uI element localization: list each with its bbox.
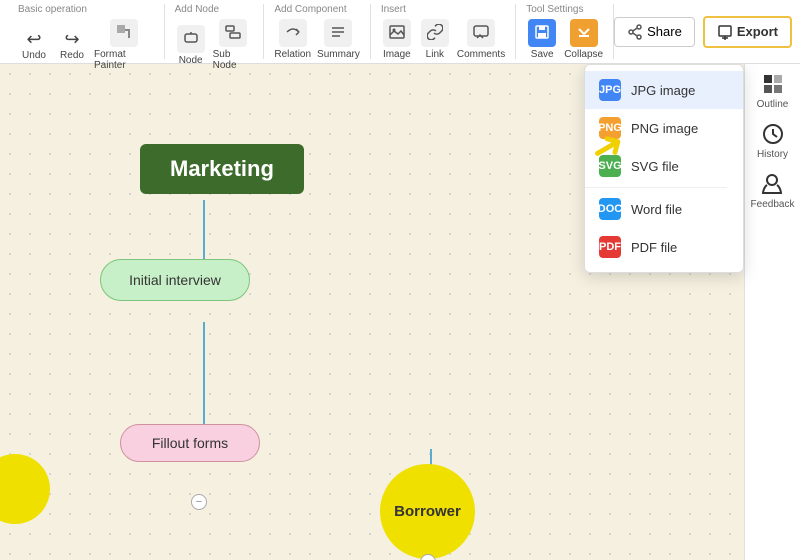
sidebar-item-outline[interactable]: Outline [757, 72, 789, 110]
image-icon [383, 19, 411, 47]
link-icon [421, 19, 449, 47]
node-marketing[interactable]: Marketing [140, 144, 304, 194]
connector-initial-to-fillout [203, 322, 205, 427]
sub-node-icon [219, 19, 247, 47]
sidebar-item-history[interactable]: History [757, 122, 788, 160]
node-fillout-forms[interactable]: Fillout forms [120, 424, 260, 462]
redo-label: Redo [60, 50, 84, 61]
format-painter-button[interactable]: Format Painter [94, 19, 154, 71]
group-label-add-component: Add Component [274, 4, 346, 15]
outline-label: Outline [757, 99, 789, 110]
sub-node-button[interactable]: Sub Node [213, 19, 254, 71]
toolbar-right: Share Export [614, 16, 792, 48]
toolbar-group-add-component: Add Component Relation Summary [264, 4, 371, 59]
export-label: Export [737, 24, 778, 39]
export-dropdown: JPG JPG image PNG PNG image SVG SVG file… [584, 64, 744, 273]
node-label: Node [179, 55, 203, 66]
image-button[interactable]: Image [381, 19, 413, 60]
collapse-dot-fillout[interactable]: − [191, 494, 207, 510]
tool-settings-icons: Save Collapse [526, 19, 603, 60]
word-icon: DOC [599, 198, 621, 220]
relation-label: Relation [274, 49, 311, 60]
link-button[interactable]: Link [419, 19, 451, 60]
group-label-tool-settings: Tool Settings [526, 4, 583, 15]
toolbar: Basic operation ↩ Undo ↪ Redo Format Pai… [0, 0, 800, 64]
group-label-add-node: Add Node [175, 4, 219, 15]
jpg-label: JPG image [631, 83, 695, 98]
node-yellow-left[interactable] [0, 454, 50, 524]
png-icon: PNG [599, 117, 621, 139]
right-sidebar: Outline History Feedback [744, 64, 800, 560]
dropdown-separator [585, 187, 727, 188]
collapse-icon [570, 19, 598, 47]
redo-icon: ↪ [64, 29, 79, 50]
link-label: Link [426, 49, 444, 60]
history-label: History [757, 149, 788, 160]
initial-interview-label: Initial interview [129, 272, 221, 288]
history-icon [761, 122, 785, 146]
insert-icons: Image Link Comments [381, 19, 505, 60]
undo-icon: ↩ [26, 29, 41, 50]
collapse-label: Collapse [564, 49, 603, 60]
toolbar-group-insert: Insert Image Link Comments [371, 4, 516, 59]
fillout-forms-label: Fillout forms [152, 435, 228, 451]
redo-button[interactable]: ↪ Redo [56, 29, 88, 61]
summary-icon [324, 19, 352, 47]
node-button[interactable]: Node [175, 25, 207, 66]
share-label: Share [647, 24, 682, 39]
undo-label: Undo [22, 50, 46, 61]
pdf-label: PDF file [631, 240, 677, 255]
sidebar-item-feedback[interactable]: Feedback [751, 172, 795, 210]
dropdown-item-pdf[interactable]: PDF PDF file [585, 228, 743, 266]
feedback-label: Feedback [751, 199, 795, 210]
share-button[interactable]: Share [614, 17, 695, 47]
marketing-label: Marketing [170, 156, 274, 181]
node-borrower[interactable]: Borrower [380, 464, 475, 559]
format-painter-icon [110, 19, 138, 47]
undo-button[interactable]: ↩ Undo [18, 29, 50, 61]
export-button[interactable]: Export [703, 16, 792, 48]
collapse-button[interactable]: Collapse [564, 19, 603, 60]
group-label-basic: Basic operation [18, 4, 87, 15]
node-icon [177, 25, 205, 53]
connector-marketing-to-initial [203, 200, 205, 260]
relation-button[interactable]: Relation [274, 19, 311, 60]
canvas: Outline History Feedback JPG JPG image P… [0, 64, 800, 560]
svg-label: SVG file [631, 159, 679, 174]
dropdown-item-word[interactable]: DOC Word file [585, 190, 743, 228]
save-button[interactable]: Save [526, 19, 558, 60]
dropdown-item-png[interactable]: PNG PNG image [585, 109, 743, 147]
save-icon [528, 19, 556, 47]
summary-label: Summary [317, 49, 360, 60]
comments-label: Comments [457, 49, 505, 60]
node-initial-interview[interactable]: Initial interview [100, 259, 250, 301]
feedback-icon [760, 172, 784, 196]
add-node-icons: Node Sub Node [175, 19, 254, 71]
add-component-icons: Relation Summary [274, 19, 360, 60]
summary-button[interactable]: Summary [317, 19, 360, 60]
relation-icon [279, 19, 307, 47]
sub-node-label: Sub Node [213, 49, 254, 71]
svg-icon: SVG [599, 155, 621, 177]
pdf-icon: PDF [599, 236, 621, 258]
jpg-icon: JPG [599, 79, 621, 101]
toolbar-group-add-node: Add Node Node Sub Node [165, 4, 265, 59]
save-label: Save [531, 49, 554, 60]
image-label: Image [383, 49, 411, 60]
toolbar-group-tool-settings: Tool Settings Save Collapse [516, 4, 614, 59]
export-icon [717, 24, 733, 40]
share-icon [627, 24, 643, 40]
format-painter-label: Format Painter [94, 49, 154, 71]
dropdown-item-svg[interactable]: SVG SVG file [585, 147, 743, 185]
borrower-label: Borrower [394, 503, 461, 520]
dropdown-item-jpg[interactable]: JPG JPG image [585, 71, 743, 109]
comments-button[interactable]: Comments [457, 19, 505, 60]
png-label: PNG image [631, 121, 698, 136]
group-label-insert: Insert [381, 4, 406, 15]
outline-icon [761, 72, 785, 96]
comments-icon [467, 19, 495, 47]
basic-icons: ↩ Undo ↪ Redo Format Painter [18, 19, 154, 71]
toolbar-group-basic: Basic operation ↩ Undo ↪ Redo Format Pai… [8, 4, 165, 59]
word-label: Word file [631, 202, 682, 217]
